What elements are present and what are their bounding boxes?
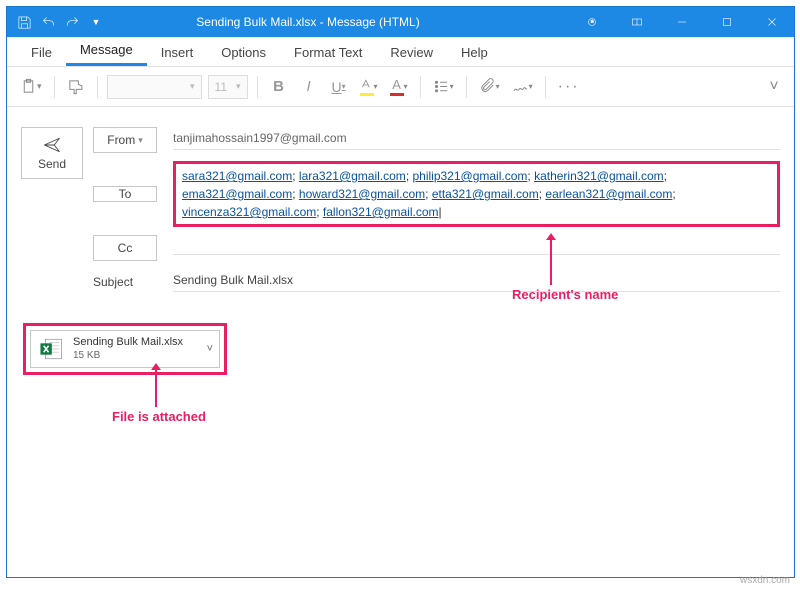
italic-button[interactable]: I: [297, 73, 321, 101]
signature-button[interactable]: ▾: [509, 73, 536, 101]
recipient-email[interactable]: katherin321@gmail.com: [534, 169, 664, 183]
tab-review[interactable]: Review: [376, 39, 447, 66]
tab-help[interactable]: Help: [447, 39, 502, 66]
recipient-email[interactable]: sara321@gmail.com: [182, 169, 292, 183]
recipient-email[interactable]: philip321@gmail.com: [412, 169, 527, 183]
undo-icon[interactable]: [37, 11, 59, 33]
tab-format-text[interactable]: Format Text: [280, 39, 376, 66]
tab-file[interactable]: File: [17, 39, 66, 66]
minimize-icon[interactable]: [659, 7, 704, 37]
tab-message[interactable]: Message: [66, 36, 147, 66]
window-title: Sending Bulk Mail.xlsx - Message (HTML): [107, 15, 569, 29]
recipient-email[interactable]: earlean321@gmail.com: [545, 187, 672, 201]
titlebar: ▼ Sending Bulk Mail.xlsx - Message (HTML…: [7, 7, 794, 37]
subject-field[interactable]: Sending Bulk Mail.xlsx: [173, 269, 780, 292]
recipient-email[interactable]: lara321@gmail.com: [299, 169, 406, 183]
attachment-filename: Sending Bulk Mail.xlsx: [73, 336, 201, 349]
annotation-recipients: Recipient's name: [512, 287, 618, 302]
ribbon-tabs: File Message Insert Options Format Text …: [7, 37, 794, 67]
bullets-button[interactable]: ▾: [430, 73, 457, 101]
more-commands[interactable]: ···: [555, 73, 583, 101]
redo-icon[interactable]: [61, 11, 83, 33]
paste-button[interactable]: ▾: [17, 73, 45, 101]
subject-label: Subject: [93, 269, 157, 295]
tab-insert[interactable]: Insert: [147, 39, 208, 66]
from-value[interactable]: tanjimahossain1997@gmail.com: [173, 127, 780, 150]
send-button[interactable]: Send: [21, 127, 83, 179]
qa-dropdown-icon[interactable]: ▼: [85, 11, 107, 33]
tab-options[interactable]: Options: [207, 39, 280, 66]
excel-file-icon: [37, 335, 65, 363]
watermark: wsxdn.com: [740, 575, 790, 586]
recipient-email[interactable]: vincenza321@gmail.com: [182, 205, 316, 219]
ribbon-toolbar: ▾ ▾ 11▾ B I U▾ ▾ A▾ ▾ ▾ ▾ ··· ˅: [7, 67, 794, 107]
attachment-highlight: Sending Bulk Mail.xlsx 15 KB ˅: [23, 323, 227, 375]
compose-body: Send From▾ tanjimahossain1997@gmail.com …: [7, 107, 794, 389]
font-highlight-button[interactable]: ▾: [357, 73, 381, 101]
font-size-select[interactable]: 11▾: [208, 75, 248, 99]
to-field[interactable]: sara321@gmail.com; lara321@gmail.com; ph…: [173, 161, 780, 227]
attachment-menu-icon[interactable]: ˅: [207, 343, 213, 355]
send-icon: [41, 136, 63, 154]
coming-soon-icon[interactable]: [569, 7, 614, 37]
close-icon[interactable]: [749, 7, 794, 37]
outlook-compose-window: ▼ Sending Bulk Mail.xlsx - Message (HTML…: [6, 6, 795, 578]
attachment-size: 15 KB: [73, 350, 201, 362]
display-options-icon[interactable]: [614, 7, 659, 37]
format-painter-icon[interactable]: [64, 73, 88, 101]
annotation-attachment: File is attached: [112, 409, 206, 424]
underline-button[interactable]: U▾: [327, 73, 351, 101]
from-button[interactable]: From▾: [93, 127, 157, 153]
font-color-button[interactable]: A▾: [387, 73, 411, 101]
annotation-arrow-attachment: [155, 369, 157, 407]
save-icon[interactable]: [13, 11, 35, 33]
bold-button[interactable]: B: [267, 73, 291, 101]
recipient-email[interactable]: howard321@gmail.com: [299, 187, 425, 201]
collapse-ribbon-icon[interactable]: ˅: [762, 73, 786, 101]
attachment-item[interactable]: Sending Bulk Mail.xlsx 15 KB ˅: [30, 330, 220, 368]
recipient-email[interactable]: etta321@gmail.com: [432, 187, 539, 201]
to-button[interactable]: To: [93, 186, 157, 202]
cc-field[interactable]: [173, 235, 780, 255]
attach-file-button[interactable]: ▾: [476, 73, 503, 101]
recipient-email[interactable]: ema321@gmail.com: [182, 187, 292, 201]
recipient-email[interactable]: fallon321@gmail.com: [323, 205, 439, 219]
annotation-arrow-recipients: [550, 239, 552, 285]
font-family-select[interactable]: ▾: [107, 75, 202, 99]
cc-button[interactable]: Cc: [93, 235, 157, 261]
maximize-icon[interactable]: [704, 7, 749, 37]
